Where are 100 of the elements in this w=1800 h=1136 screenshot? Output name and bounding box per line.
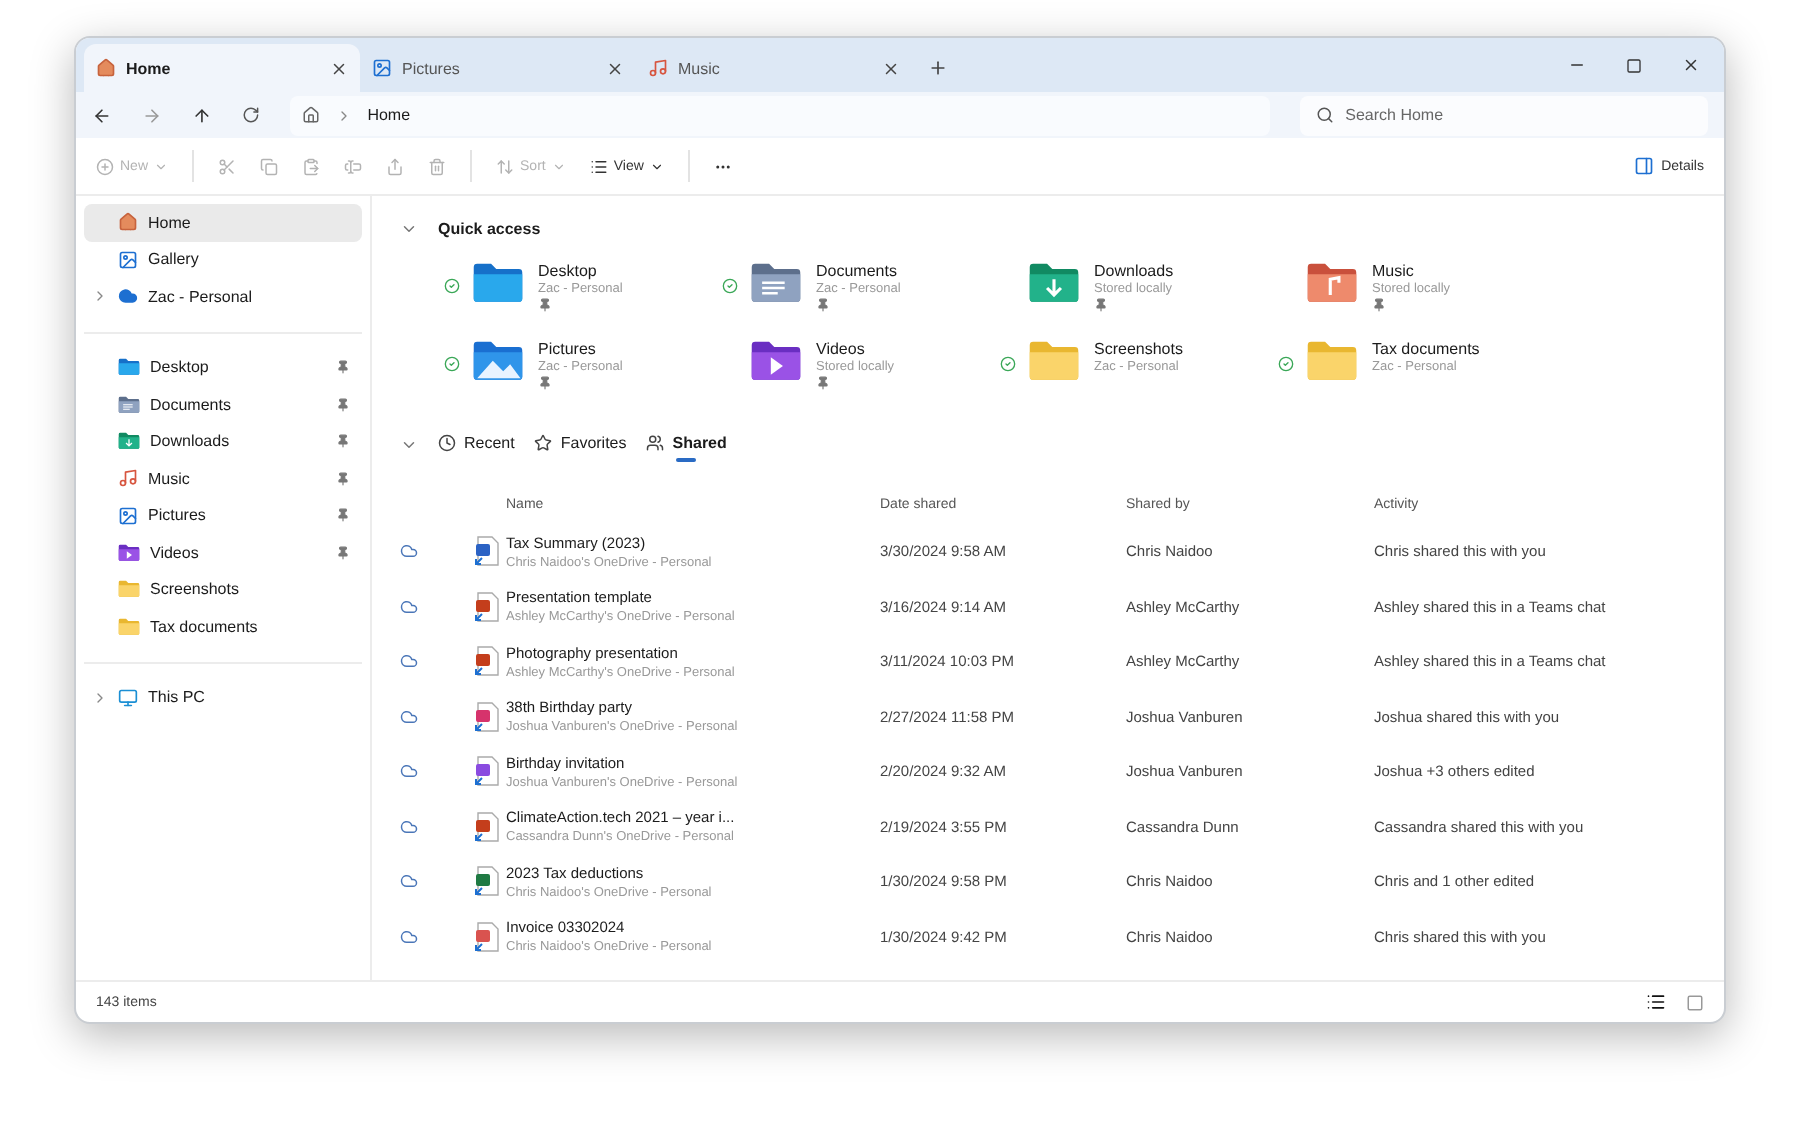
folder-name: Pictures: [538, 340, 598, 358]
search-placeholder: Search Home: [1345, 106, 1444, 124]
filter-tab[interactable]: Shared: [646, 424, 727, 464]
sidebar-label: Gallery: [148, 250, 201, 269]
filter-tab[interactable]: Favorites: [534, 424, 627, 464]
cloud-icon: [400, 872, 418, 891]
sidebar-item[interactable]: Zac - Personal: [84, 278, 362, 315]
sidebar-label: Documents: [150, 395, 233, 414]
clock-icon: [438, 433, 456, 451]
picture-icon: [118, 505, 138, 526]
sidebar-item[interactable]: Downloads: [84, 423, 362, 460]
up-icon[interactable]: [191, 105, 212, 125]
details-pane-icon: [1633, 156, 1654, 176]
tab-label: Music: [678, 59, 722, 77]
cloud-icon: [400, 762, 418, 781]
section-title: Quick access: [438, 219, 541, 237]
close-icon[interactable]: [330, 59, 348, 77]
cloud-icon: [400, 597, 418, 616]
folder-icon: [118, 543, 140, 562]
people-icon: [646, 433, 665, 451]
chevron-icon[interactable]: [92, 689, 108, 706]
monitor-icon: [118, 687, 138, 708]
folder-icon: [118, 617, 140, 636]
sidebar-label: Desktop: [150, 358, 211, 377]
folder-name: Downloads: [1094, 262, 1174, 280]
list-icon: [589, 157, 608, 175]
close-icon[interactable]: [1682, 56, 1700, 74]
folder-name: Desktop: [538, 262, 599, 280]
forward-icon[interactable]: [141, 105, 162, 125]
file-icon: [474, 866, 500, 897]
home-icon: [96, 58, 116, 78]
file-icon: [474, 591, 500, 622]
folder-icon: [118, 358, 140, 377]
file-icon: [474, 536, 500, 567]
new-tab-icon[interactable]: [928, 58, 948, 78]
filter-tab[interactable]: Recent: [438, 424, 515, 464]
address-field[interactable]: Home: [289, 95, 1270, 135]
sidebar-label: Home: [148, 213, 193, 232]
music-icon: [118, 468, 138, 489]
folder-name: Tax documents: [1372, 340, 1480, 358]
sidebar-label: This PC: [148, 688, 207, 707]
sidebar-item[interactable]: Videos: [84, 534, 362, 571]
sidebar-item[interactable]: Music: [84, 460, 362, 497]
sidebar-item[interactable]: Desktop: [84, 349, 362, 386]
rename-icon: [344, 157, 363, 175]
details-view-icon[interactable]: [1646, 992, 1666, 1012]
sidebar-item[interactable]: Home: [84, 204, 362, 241]
sidebar-item[interactable]: This PC: [84, 679, 362, 716]
folder-icon: [1028, 262, 1080, 304]
sidebar-label: Screenshots: [150, 580, 241, 599]
sort-icon: [496, 157, 515, 175]
home-icon: [118, 212, 138, 233]
folder-name: Screenshots: [1094, 340, 1183, 358]
folder-icon: [472, 262, 524, 304]
sidebar-item[interactable]: Pictures: [84, 497, 362, 534]
chevron-icon[interactable]: [92, 288, 108, 305]
star-icon: [534, 433, 553, 451]
folder-icon: [118, 432, 140, 451]
folder-icon: [118, 580, 140, 599]
sidebar-item[interactable]: Screenshots: [84, 571, 362, 608]
music-icon: [648, 58, 668, 78]
tab[interactable]: Music: [636, 44, 912, 92]
back-icon[interactable]: [92, 105, 112, 125]
breadcrumb[interactable]: Home: [367, 106, 411, 124]
folder-name: Documents: [816, 262, 899, 280]
search-field[interactable]: Search Home: [1299, 95, 1709, 135]
home-icon: [301, 106, 320, 124]
clipboard-icon: [302, 157, 321, 175]
folder-name: Videos: [816, 340, 867, 358]
cloud-icon: [400, 817, 418, 836]
trash-icon: [428, 157, 447, 175]
tab[interactable]: Home: [84, 44, 360, 92]
folder-icon: [1028, 340, 1080, 382]
file-icon: [474, 811, 500, 842]
copy-icon: [260, 157, 279, 175]
folder-icon: [1306, 340, 1358, 382]
share-icon: [386, 157, 405, 175]
picture-icon: [372, 58, 392, 78]
sidebar-item[interactable]: Tax documents: [84, 608, 362, 645]
file-icon: [474, 701, 500, 732]
cloud-icon: [400, 652, 418, 671]
close-icon[interactable]: [882, 59, 900, 77]
tab[interactable]: Pictures: [360, 44, 636, 92]
cloud-icon: [118, 286, 138, 307]
sidebar-item[interactable]: Gallery: [84, 241, 362, 278]
picture-icon: [118, 249, 138, 270]
cloud-icon: [400, 542, 418, 561]
maximize-icon[interactable]: [1626, 57, 1642, 73]
sidebar-label: Tax documents: [150, 617, 260, 636]
folder-name: Music: [1372, 262, 1416, 280]
tab-label: Pictures: [402, 59, 462, 77]
add-icon: [96, 157, 114, 175]
file-icon: [474, 921, 500, 952]
cloud-icon: [400, 707, 418, 726]
sidebar-item[interactable]: Documents: [84, 386, 362, 423]
close-icon[interactable]: [606, 59, 624, 77]
tab-label: Home: [126, 59, 173, 77]
tiles-view-icon[interactable]: [1686, 993, 1704, 1011]
refresh-icon[interactable]: [241, 106, 260, 124]
search-icon: [1315, 106, 1334, 124]
